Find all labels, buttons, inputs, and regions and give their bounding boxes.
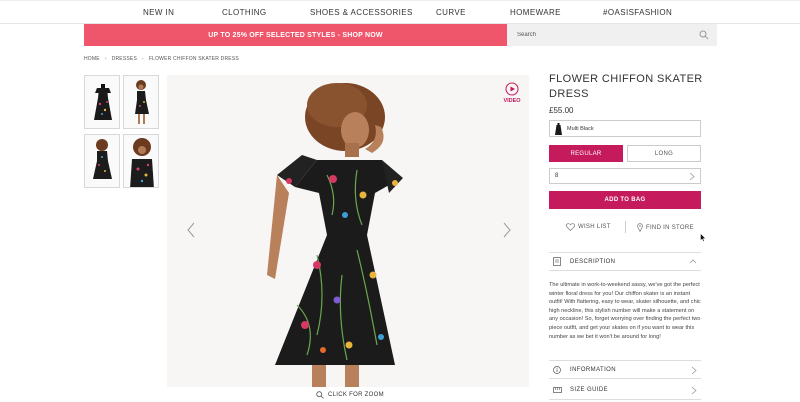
size-select[interactable]: 8: [549, 168, 701, 184]
product-price: £55.00: [549, 106, 574, 115]
video-label: VIDEO: [503, 98, 521, 104]
ruler-icon: [552, 387, 562, 393]
chevron-right-icon: ›: [141, 56, 144, 62]
product-title: FLOWER CHIFFON SKATER DRESS: [549, 73, 703, 100]
add-to-bag-button[interactable]: ADD TO BAG: [549, 191, 701, 209]
chevron-up-icon: [689, 259, 697, 264]
nav-item-shoes-accessories[interactable]: SHOES & ACCESSORIES: [310, 8, 413, 17]
chevron-right-icon: [691, 386, 697, 395]
document-icon: [553, 257, 561, 266]
heart-icon: [566, 223, 575, 231]
nav-item-curve[interactable]: CURVE: [436, 8, 466, 17]
promo-banner[interactable]: UP TO 25% OFF SELECTED STYLES - SHOP NOW: [84, 24, 507, 46]
chevron-right-icon[interactable]: [502, 222, 512, 238]
fit-long-button[interactable]: LONG: [627, 145, 701, 162]
search-input[interactable]: [517, 29, 687, 41]
nav-item-new-in[interactable]: NEW IN: [143, 8, 174, 17]
chevron-right-icon: ›: [104, 56, 107, 62]
description-accordion[interactable]: DESCRIPTION: [549, 252, 701, 271]
model-closeup-image: [124, 135, 158, 187]
zoom-icon: [316, 391, 324, 399]
breadcrumb-dresses[interactable]: DRESSES: [112, 56, 137, 62]
product-thumbnail-2[interactable]: [123, 75, 159, 129]
chevron-right-icon: [689, 172, 695, 181]
product-thumbnail-4[interactable]: [123, 134, 159, 188]
information-accordion[interactable]: INFORMATION: [549, 360, 701, 379]
breadcrumb-current: FLOWER CHIFFON SKATER DRESS: [148, 56, 239, 62]
nav-item-oasisfashion[interactable]: #OASISFASHION: [603, 8, 672, 17]
colour-selector[interactable]: Multi Black: [549, 120, 701, 137]
description-text: The ultimate in work-to-weekend sassy, w…: [549, 282, 701, 340]
wishlist-button[interactable]: WISH LIST: [566, 223, 611, 231]
top-navigation: NEW IN CLOTHING SHOES & ACCESSORIES CURV…: [0, 0, 800, 24]
information-label: INFORMATION: [570, 366, 616, 373]
product-thumbnail-1[interactable]: [84, 75, 120, 129]
location-pin-icon: [637, 223, 643, 232]
size-guide-accordion[interactable]: SIZE GUIDE: [549, 381, 701, 400]
colour-swatch-icon: [555, 122, 562, 135]
info-icon: [553, 365, 561, 374]
colour-label: Multi Black: [567, 125, 594, 132]
search-bar: [507, 24, 717, 46]
product-thumbnail-3[interactable]: [84, 134, 120, 188]
fit-regular-button[interactable]: REGULAR: [549, 145, 623, 162]
breadcrumb-home[interactable]: HOME: [84, 56, 100, 62]
click-for-zoom[interactable]: CLICK FOR ZOOM: [316, 391, 384, 399]
description-label: DESCRIPTION: [570, 258, 616, 265]
chevron-left-icon[interactable]: [186, 222, 196, 238]
video-button[interactable]: VIDEO: [500, 82, 524, 104]
breadcrumb: HOME › DRESSES › FLOWER CHIFFON SKATER DRESS: [84, 56, 239, 62]
wishlist-label: WISH LIST: [578, 224, 611, 230]
dress-front-image: [85, 76, 119, 128]
play-icon: [505, 82, 519, 96]
model-side-image: [124, 76, 158, 128]
model-back-image: [85, 135, 119, 187]
size-value: 8: [555, 173, 559, 179]
mouse-cursor-icon: [700, 233, 706, 242]
model-in-dress-image: [167, 75, 529, 387]
find-in-store-label: FIND IN STORE: [646, 224, 694, 231]
size-guide-label: SIZE GUIDE: [570, 387, 609, 393]
promo-text: UP TO 25% OFF SELECTED STYLES - SHOP NOW: [208, 31, 383, 39]
chevron-right-icon: [691, 366, 697, 375]
main-product-image[interactable]: [167, 75, 529, 387]
find-in-store-button[interactable]: FIND IN STORE: [637, 223, 694, 232]
zoom-label: CLICK FOR ZOOM: [328, 392, 384, 398]
search-icon[interactable]: [699, 30, 709, 40]
nav-item-clothing[interactable]: CLOTHING: [222, 8, 267, 17]
nav-item-homeware[interactable]: HOMEWARE: [510, 8, 561, 17]
divider: [625, 221, 626, 233]
